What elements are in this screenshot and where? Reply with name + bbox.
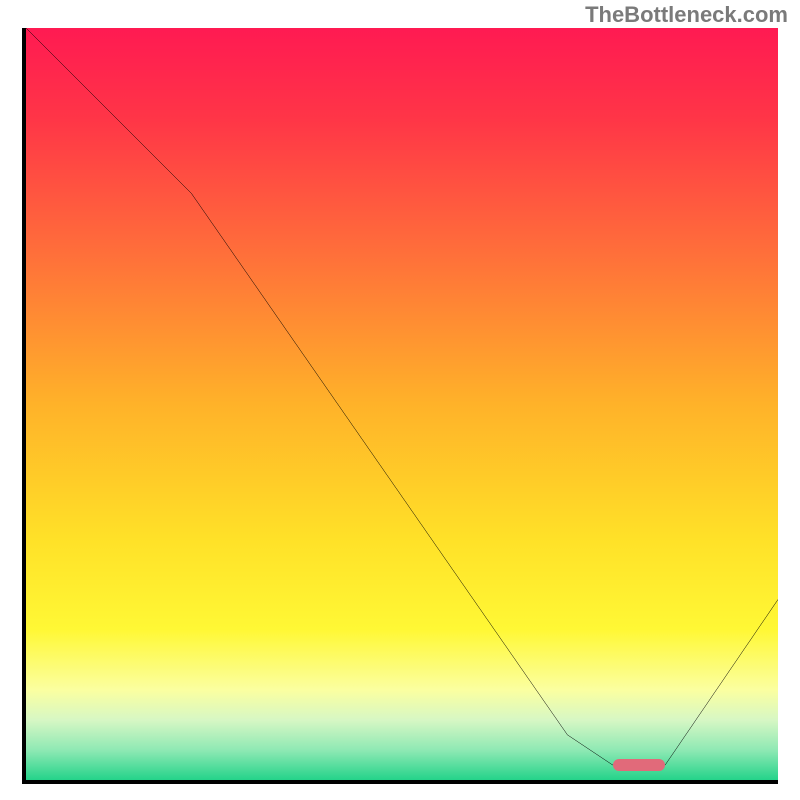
plot-area — [22, 28, 778, 784]
optimal-marker — [613, 759, 666, 771]
chart-container: TheBottleneck.com — [0, 0, 800, 800]
curve-layer — [26, 28, 778, 780]
bottleneck-curve — [26, 28, 778, 765]
watermark-text: TheBottleneck.com — [585, 2, 788, 28]
